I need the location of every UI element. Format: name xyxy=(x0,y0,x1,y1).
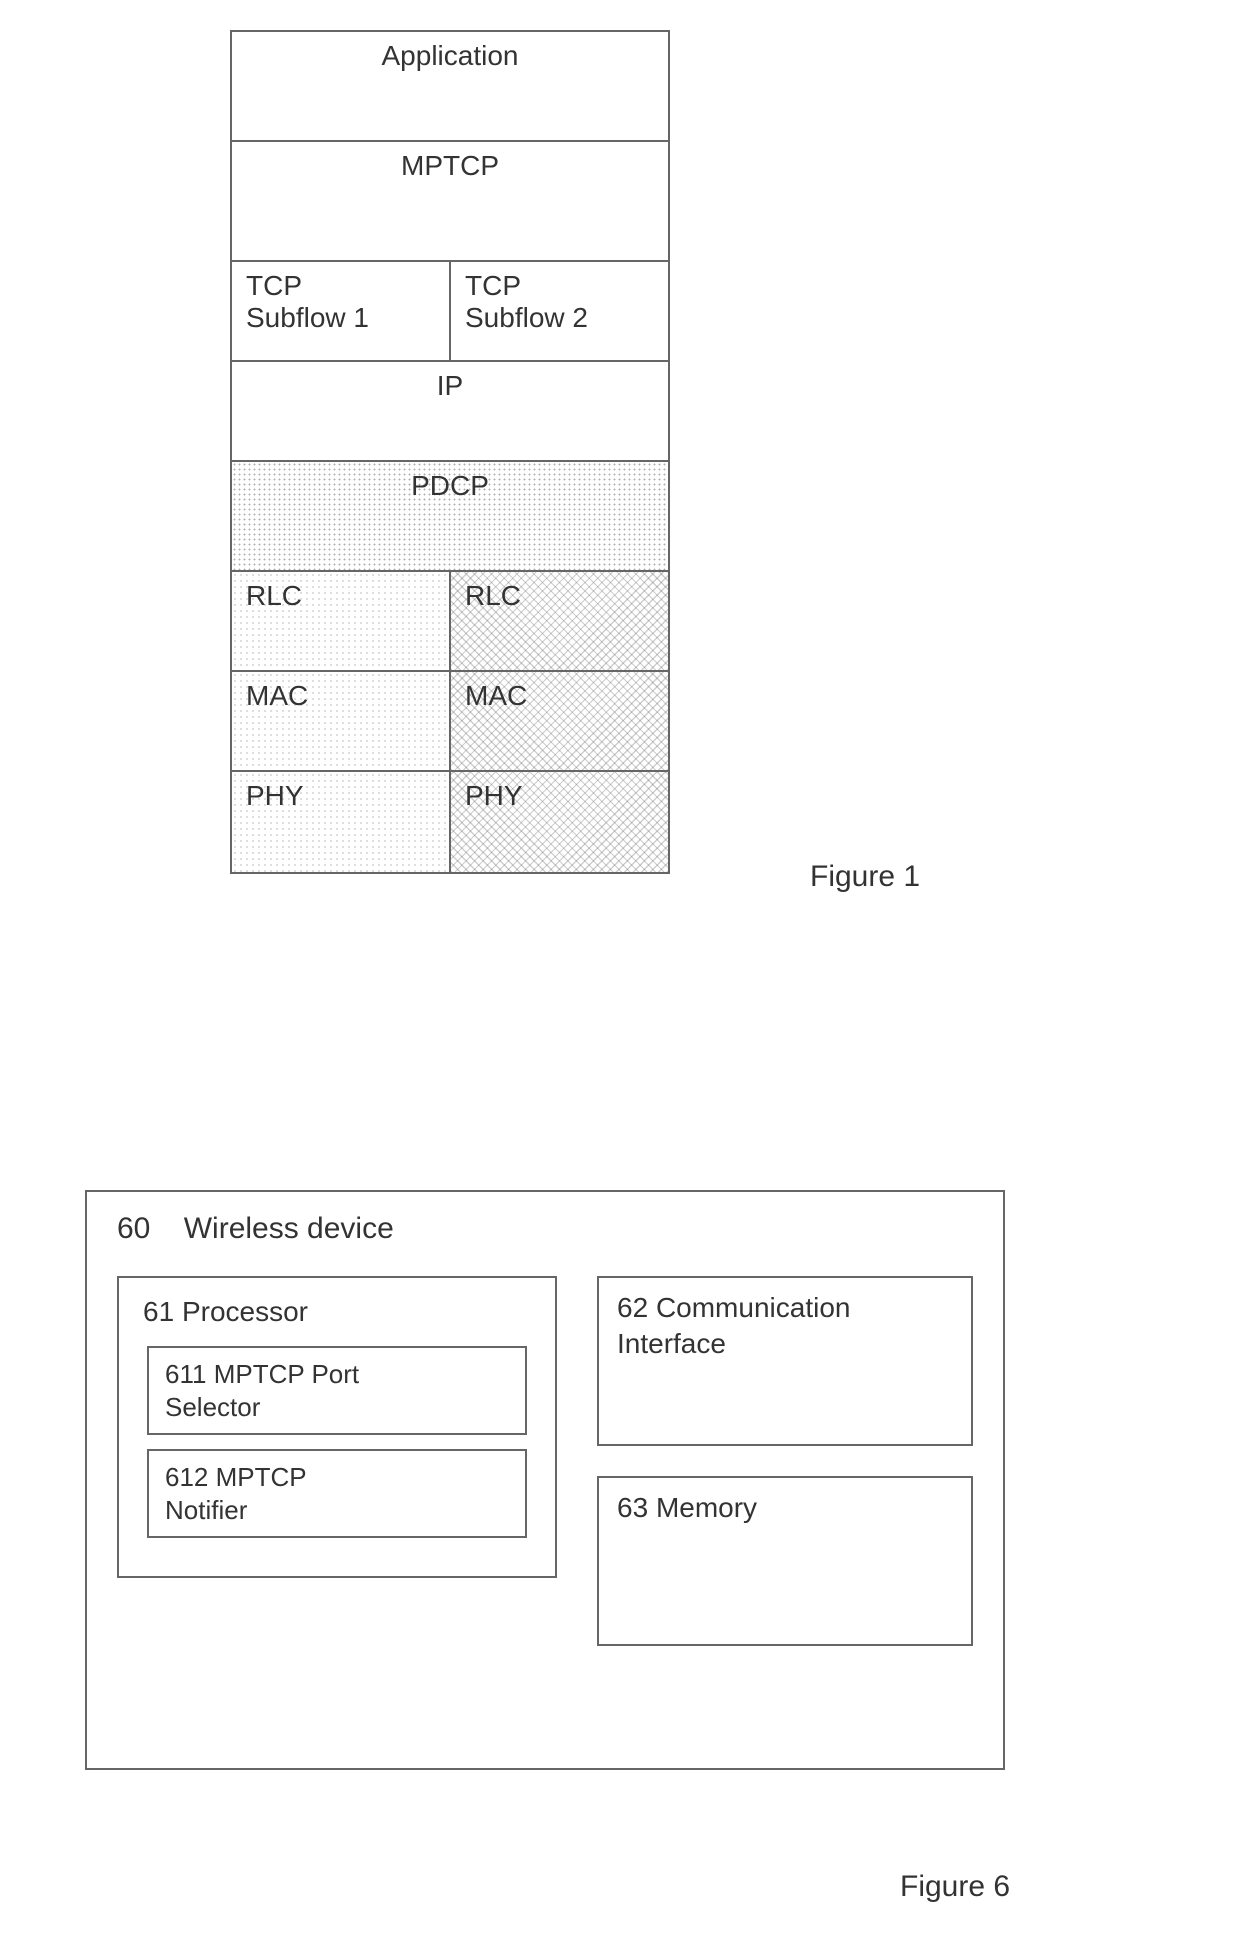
mptcp-port-selector-ref: 611 xyxy=(165,1359,206,1389)
layer-ip-label: IP xyxy=(232,362,668,460)
figure-6-caption: Figure 6 xyxy=(900,1870,1010,1904)
layer-application-label: Application xyxy=(232,32,668,140)
layer-mac-left-label: MAC xyxy=(232,672,451,770)
mptcp-port-selector-box: 611 MPTCP Port Selector xyxy=(147,1346,527,1435)
mptcp-notifier-box: 612 MPTCP Notifier xyxy=(147,1449,527,1538)
wireless-device-ref: 60 xyxy=(117,1212,150,1245)
figure-1-stack: Application MPTCP TCP Subflow 1 TCP Subf… xyxy=(230,30,670,874)
processor-label: Processor xyxy=(182,1296,308,1327)
device-col-right: 62 Communication Interface 63 Memory xyxy=(597,1276,973,1646)
memory-label: Memory xyxy=(656,1492,757,1523)
processor-title: 61 Processor xyxy=(143,1296,535,1328)
processor-box: 61 Processor 611 MPTCP Port Selector 612… xyxy=(117,1276,557,1578)
layer-application: Application xyxy=(232,32,668,142)
layer-phy: PHY PHY xyxy=(232,772,668,872)
layer-tcp-subflows: TCP Subflow 1 TCP Subflow 2 xyxy=(232,262,668,362)
layer-rlc-left-label: RLC xyxy=(232,572,451,670)
communication-interface-box: 62 Communication Interface xyxy=(597,1276,973,1446)
layer-ip: IP xyxy=(232,362,668,462)
layer-mac-right-label: MAC xyxy=(451,672,668,770)
layer-subflow-2-label: TCP Subflow 2 xyxy=(451,262,668,360)
layer-pdcp: PDCP xyxy=(232,462,668,572)
figure-6-diagram: 60 Wireless device 61 Processor 611 MPTC… xyxy=(85,1190,1005,1770)
figure-1-caption: Figure 1 xyxy=(810,860,920,894)
layer-rlc: RLC RLC xyxy=(232,572,668,672)
mptcp-notifier-ref: 612 xyxy=(165,1462,208,1492)
device-inner-row: 61 Processor 611 MPTCP Port Selector 612… xyxy=(117,1276,973,1646)
communication-interface-label: Communication Interface xyxy=(617,1292,850,1359)
memory-ref: 63 xyxy=(617,1492,648,1523)
device-col-left: 61 Processor 611 MPTCP Port Selector 612… xyxy=(117,1276,557,1578)
processor-ref: 61 xyxy=(143,1296,174,1327)
memory-box: 63 Memory xyxy=(597,1476,973,1646)
layer-rlc-right-label: RLC xyxy=(451,572,668,670)
communication-interface-ref: 62 xyxy=(617,1292,648,1323)
layer-pdcp-label: PDCP xyxy=(232,462,668,570)
wireless-device-title: 60 Wireless device xyxy=(117,1212,973,1246)
layer-mptcp: MPTCP xyxy=(232,142,668,262)
wireless-device-box: 60 Wireless device 61 Processor 611 MPTC… xyxy=(85,1190,1005,1770)
wireless-device-label: Wireless device xyxy=(184,1212,394,1245)
layer-mac: MAC MAC xyxy=(232,672,668,772)
protocol-stack: Application MPTCP TCP Subflow 1 TCP Subf… xyxy=(230,30,670,874)
layer-phy-left-label: PHY xyxy=(232,772,451,872)
layer-mptcp-label: MPTCP xyxy=(232,142,668,260)
layer-subflow-1-label: TCP Subflow 1 xyxy=(232,262,451,360)
layer-phy-right-label: PHY xyxy=(451,772,668,872)
